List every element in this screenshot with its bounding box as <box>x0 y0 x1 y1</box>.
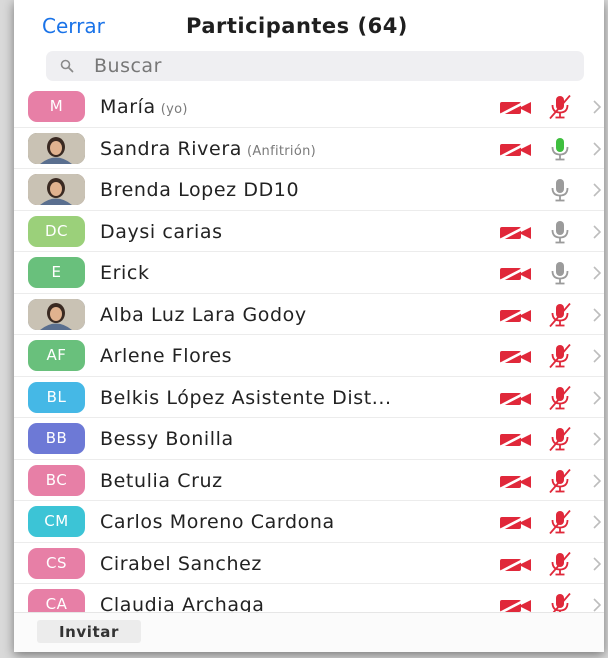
participant-role: (yo) <box>160 102 188 117</box>
video-off-icon[interactable] <box>499 389 533 406</box>
participant-row[interactable]: BB Bessy Bonilla <box>14 418 604 460</box>
participant-name: Betulia Cruz <box>100 469 223 492</box>
mic-muted-icon[interactable] <box>545 344 575 368</box>
participant-row[interactable]: DC Daysi carias <box>14 211 604 252</box>
video-off-icon[interactable] <box>499 265 533 281</box>
chevron-right-icon[interactable] <box>590 346 604 366</box>
participant-name: Bessy Bonilla <box>100 428 234 450</box>
avatar: BC <box>28 464 85 496</box>
participant-row[interactable]: BL Belkis López Asistente Dist... <box>14 377 604 418</box>
avatar-initials: AF <box>46 346 67 364</box>
mic-muted-icon[interactable] <box>545 427 575 451</box>
participant-row[interactable]: BC Betulia Cruz <box>14 460 604 501</box>
video-off-icon[interactable] <box>499 223 533 240</box>
participant-name: Arlene Flores <box>100 345 233 367</box>
participant-name: Belkis López Asistente Dist... <box>100 386 392 409</box>
page-title: Participantes (64) <box>186 14 408 38</box>
avatar-initials: BB <box>45 429 68 447</box>
mic-muted-icon[interactable] <box>545 385 575 410</box>
chevron-right-icon[interactable] <box>590 512 604 532</box>
participant-row[interactable]: Alba Luz Lara Godoy <box>14 294 604 335</box>
mic-muted-icon[interactable] <box>545 95 575 119</box>
avatar: AF <box>28 340 85 371</box>
participant-row[interactable]: CS Cirabel Sanchez <box>14 543 604 584</box>
video-off-icon[interactable] <box>499 99 533 115</box>
search-input[interactable] <box>94 51 564 81</box>
chevron-right-icon[interactable] <box>590 471 604 491</box>
avatar-initials: M <box>49 97 64 115</box>
avatar: BL <box>28 381 85 413</box>
search-bar[interactable] <box>46 51 584 81</box>
mic-muted-icon[interactable] <box>545 468 575 493</box>
participant-name: Erick <box>100 262 150 284</box>
participant-name: María <box>100 96 156 118</box>
close-button[interactable]: Cerrar <box>42 14 105 38</box>
avatar-photo <box>28 132 85 164</box>
participant-list: M María (yo) Sandra Rivera (Anfitrión) B… <box>14 86 604 626</box>
chevron-right-icon[interactable] <box>590 388 604 408</box>
participant-name: Cirabel Sanchez <box>100 552 262 575</box>
video-off-icon[interactable] <box>499 597 533 613</box>
avatar-initials: BC <box>45 470 68 489</box>
video-off-icon[interactable] <box>499 348 533 364</box>
participant-name: Sandra Rivera <box>100 137 242 160</box>
avatar-initials: BL <box>46 387 67 406</box>
avatar: E <box>28 257 85 288</box>
participant-row[interactable]: AF Arlene Flores <box>14 335 604 377</box>
mic-muted-icon[interactable] <box>545 510 575 534</box>
profile-photo-icon <box>28 174 85 205</box>
video-off-icon[interactable] <box>499 555 533 572</box>
avatar-photo <box>28 298 85 330</box>
participant-row[interactable]: CM Carlos Moreno Cardona <box>14 501 604 543</box>
chevron-right-icon[interactable] <box>590 429 604 449</box>
avatar: CM <box>28 506 85 537</box>
invite-button[interactable]: Invitar <box>37 620 141 643</box>
mic-on-icon[interactable] <box>545 137 575 161</box>
video-off-icon[interactable] <box>499 431 533 447</box>
mic-icon[interactable] <box>545 220 575 244</box>
avatar: BB <box>28 423 85 454</box>
participant-role: (Anfitrión) <box>246 143 316 159</box>
participant-row[interactable]: Sandra Rivera (Anfitrión) <box>14 128 604 169</box>
participants-panel: Cerrar Participantes (64) M María (yo) <box>14 0 604 652</box>
video-off-icon[interactable] <box>499 140 533 157</box>
avatar-initials: CA <box>45 595 68 613</box>
footer-bar: Invitar <box>14 612 604 652</box>
chevron-right-icon[interactable] <box>590 263 604 283</box>
avatar: CS <box>28 547 85 579</box>
participant-name: Daysi carias <box>100 220 223 243</box>
chevron-right-icon[interactable] <box>590 139 604 159</box>
mic-icon[interactable] <box>545 178 575 202</box>
participant-row[interactable]: Brenda Lopez DD10 <box>14 169 604 211</box>
profile-photo-icon <box>28 132 85 164</box>
participant-row[interactable]: M María (yo) <box>14 86 604 128</box>
profile-photo-icon <box>28 298 85 330</box>
participant-row[interactable]: E Erick <box>14 252 604 294</box>
search-icon <box>60 59 74 73</box>
video-off-icon[interactable] <box>499 514 533 530</box>
panel-header: Cerrar Participantes (64) <box>14 0 604 44</box>
avatar: DC <box>28 215 85 247</box>
mic-muted-icon[interactable] <box>545 551 575 576</box>
participant-name: Brenda Lopez DD10 <box>100 179 300 201</box>
chevron-right-icon[interactable] <box>590 305 604 325</box>
chevron-right-icon[interactable] <box>590 180 604 200</box>
video-off-icon[interactable] <box>499 306 533 323</box>
chevron-right-icon[interactable] <box>590 97 604 117</box>
chevron-right-icon[interactable] <box>590 222 604 242</box>
avatar-photo <box>28 174 85 205</box>
avatar-initials: DC <box>44 221 69 240</box>
avatar-initials: CM <box>44 512 69 530</box>
avatar-initials: CS <box>46 553 67 572</box>
mic-icon[interactable] <box>545 261 575 285</box>
mic-muted-icon[interactable] <box>545 302 575 327</box>
participant-name: Carlos Moreno Cardona <box>100 511 335 533</box>
chevron-right-icon[interactable] <box>590 554 604 574</box>
video-off-icon[interactable] <box>499 472 533 489</box>
avatar-initials: E <box>51 263 62 281</box>
participant-name: Alba Luz Lara Godoy <box>100 303 307 326</box>
avatar: M <box>28 91 85 122</box>
